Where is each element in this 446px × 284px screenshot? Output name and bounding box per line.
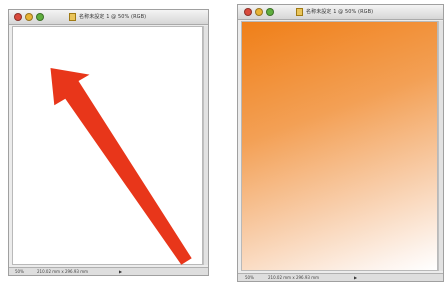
triangle-icon[interactable]: ▶	[354, 275, 357, 281]
window-title: 名称未設定 1 @ 50% (RGB)	[306, 9, 374, 15]
close-button[interactable]	[14, 13, 22, 21]
vertical-scrollbar[interactable]	[438, 21, 443, 271]
status-bar: 50% 210.02 mm x 296.93 mm ▶	[9, 267, 208, 275]
zoom-level[interactable]: 50%	[15, 268, 24, 275]
document-size: 210.02 mm x 296.93 mm	[268, 275, 320, 280]
document-window-left: 名称未設定 1 @ 50% (RGB) 50% 210.02 mm x 296.…	[8, 9, 209, 276]
title-bar[interactable]: 名称未設定 1 @ 50% (RGB)	[9, 10, 208, 25]
minimize-button[interactable]	[255, 8, 263, 16]
zoom-level[interactable]: 50%	[245, 274, 254, 281]
status-bar: 50% 210.02 mm x 296.93 mm ▶	[238, 273, 443, 281]
title-bar[interactable]: 名称未設定 1 @ 50% (RGB)	[238, 5, 443, 20]
document-window-right: 名称未設定 1 @ 50% (RGB) 50% 210.02 mm x 296.…	[237, 4, 444, 282]
arrow-icon[interactable]	[13, 27, 204, 266]
document-icon	[296, 8, 303, 16]
canvas[interactable]	[12, 26, 203, 265]
window-title: 名称未設定 1 @ 50% (RGB)	[79, 14, 147, 20]
vertical-scrollbar[interactable]	[203, 26, 208, 265]
canvas[interactable]	[241, 21, 438, 271]
zoom-button[interactable]	[36, 13, 44, 21]
document-size: 210.02 mm x 296.93 mm	[37, 269, 89, 274]
document-icon	[69, 13, 76, 21]
triangle-icon[interactable]: ▶	[119, 269, 122, 275]
minimize-button[interactable]	[25, 13, 33, 21]
zoom-button[interactable]	[266, 8, 274, 16]
close-button[interactable]	[244, 8, 252, 16]
